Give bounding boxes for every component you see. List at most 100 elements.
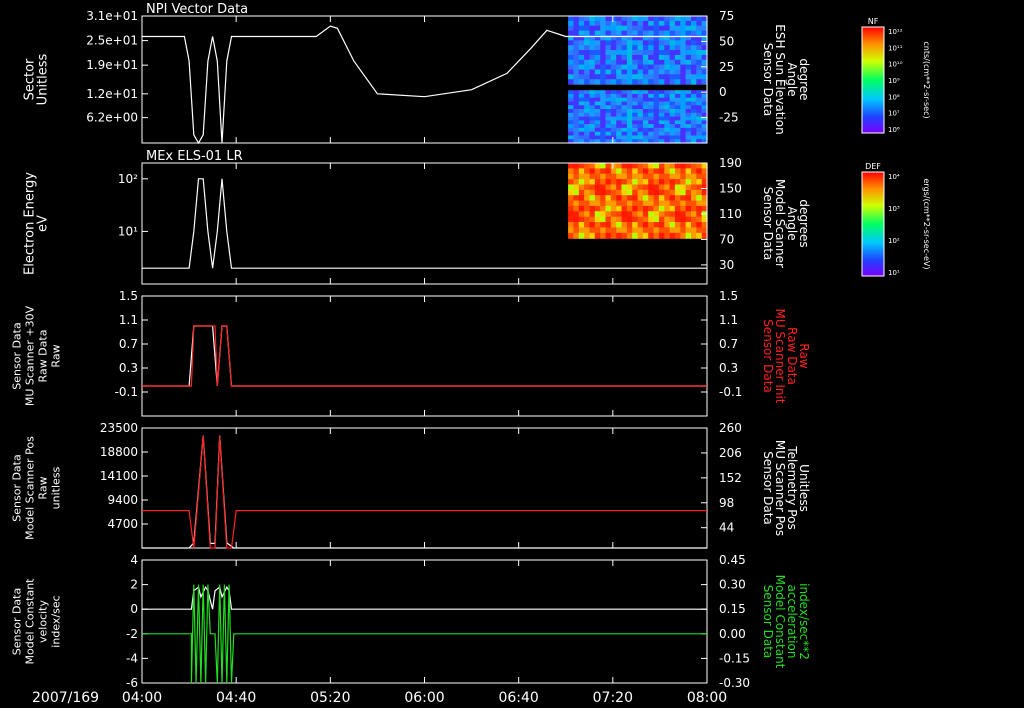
spectrogram-block-cell (696, 200, 703, 207)
spectrogram-block-cell (626, 205, 633, 212)
spectrogram-block-cell (696, 232, 703, 239)
spectrogram-upper-cell (621, 59, 628, 66)
spectrogram-block-cell (653, 227, 660, 234)
spectrogram-block-cell (568, 168, 574, 175)
spectrogram-upper-cell (605, 50, 612, 56)
spectrogram-block-cell (685, 216, 692, 223)
y-axis-label-left: Model Constant (24, 578, 37, 665)
spectrogram-lower-cell (658, 101, 665, 106)
spectrogram-lower-cell (568, 131, 574, 137)
spectrogram-upper-cell (653, 79, 660, 85)
spectrogram-block-cell (680, 227, 687, 234)
spectrogram-lower-cell (637, 109, 644, 114)
spectrogram-block-cell (621, 168, 628, 175)
spectrogram-block-cell (696, 195, 703, 202)
spectrogram-lower-cell (653, 112, 660, 118)
spectrogram-upper-cell (584, 30, 590, 37)
spectrogram-block-cell (573, 189, 580, 196)
spectrogram-lower-cell (616, 127, 623, 133)
spectrogram-lower-cell (610, 109, 617, 114)
spectrogram-upper-cell (600, 40, 607, 46)
spectrogram-lower-cell (637, 97, 644, 103)
spectrogram-block-cell (664, 173, 671, 180)
spectrogram-block-cell (584, 195, 590, 202)
spectrogram-block-cell (685, 222, 692, 228)
spectrogram-block-cell (658, 179, 665, 186)
spectrogram-block-cell (674, 211, 681, 218)
spectrogram-upper-cell (626, 25, 633, 32)
spectrogram-block-cell (616, 179, 623, 186)
spectrogram-upper-cell (674, 50, 681, 56)
spectrogram-upper-cell (658, 74, 665, 80)
spectrogram-lower-cell (578, 112, 585, 118)
spectrogram-upper-cell (691, 59, 697, 66)
spectrogram-upper-cell (674, 54, 681, 61)
spectrogram-block-cell (648, 173, 655, 180)
spectrogram-upper-cell (691, 64, 697, 71)
spectrogram-block-cell (594, 179, 601, 186)
spectrogram-upper-cell (658, 30, 665, 37)
spectrogram-upper-cell (610, 74, 617, 80)
date-label: 2007/169 (32, 690, 99, 706)
spectrogram-lower-cell (600, 131, 607, 137)
spectrogram-block-cell (642, 222, 649, 228)
spectrogram-block-cell (616, 232, 623, 239)
spectrogram-upper-cell (658, 59, 665, 66)
spectrogram-upper-cell (616, 20, 623, 27)
spectrogram-block-cell (584, 168, 590, 175)
y-tick-label-left: 18800 (100, 445, 138, 459)
spectrogram-block-cell (605, 222, 612, 228)
spectrogram-lower-cell (594, 109, 601, 114)
spectrogram-upper-cell (584, 74, 590, 80)
spectrogram-upper-cell (632, 74, 639, 80)
y-axis-label-left: unitless (50, 466, 63, 509)
spectrogram-block-cell (578, 222, 585, 228)
spectrogram-block-cell (621, 222, 628, 228)
spectrogram-block-cell (584, 200, 590, 207)
spectrogram-lower-cell (632, 116, 639, 121)
spectrogram-upper-cell (658, 16, 665, 22)
spectrogram-lower-cell (578, 101, 585, 106)
spectrogram-lower-cell (637, 131, 644, 137)
spectrogram-lower-cell (584, 116, 590, 121)
spectrogram-lower-cell (658, 124, 665, 129)
spectrogram-block-cell (637, 173, 644, 180)
spectrogram-block-cell (600, 173, 607, 180)
spectrogram-upper-cell (589, 25, 596, 32)
spectrogram-lower-cell (632, 112, 639, 118)
spectrogram-lower-cell (589, 97, 596, 103)
spectrogram-upper-cell (680, 64, 687, 71)
spectrogram-block-cell (653, 211, 660, 218)
spectrogram-lower-cell (610, 131, 617, 137)
spectrogram-block-cell (594, 205, 601, 212)
y-tick-label-right: 206 (719, 446, 742, 460)
spectrogram-lower-cell (621, 93, 628, 99)
spectrogram-block-cell (568, 227, 574, 234)
spectrogram-block-cell (674, 173, 681, 180)
x-tick-label: 06:40 (498, 690, 538, 706)
spectrogram-upper-cell (691, 74, 697, 80)
spectrogram-block-cell (605, 205, 612, 212)
spectrogram-upper-cell (632, 45, 639, 51)
spectrogram-block-cell (674, 168, 681, 175)
spectrogram-block-cell (653, 184, 660, 191)
spectrogram-lower-cell (568, 116, 574, 121)
spectrogram-lower-cell (664, 101, 671, 106)
spectrogram-upper-cell (637, 30, 644, 37)
spectrogram-block-cell (584, 227, 590, 234)
y-axis-label-right: Model Constant (773, 575, 787, 669)
spectrogram-block-cell (648, 211, 655, 218)
y-tick-label-right: -25 (719, 111, 739, 125)
spectrogram-block-cell (674, 200, 681, 207)
spectrogram-upper-cell (637, 16, 644, 22)
spectrogram-block-cell (653, 232, 660, 239)
y-tick-label-right: 150 (719, 181, 742, 195)
y-axis-label-right: Sensor Data (761, 585, 775, 659)
spectrogram-upper-cell (696, 50, 703, 56)
y-tick-label-right: 44 (719, 521, 734, 535)
spectrogram-lower-cell (685, 109, 692, 114)
spectrogram-upper-cell (642, 79, 649, 85)
spectrogram-block-cell (680, 232, 687, 239)
spectrogram-lower-cell (589, 101, 596, 106)
y-tick-label-left: 6.2e+00 (86, 111, 138, 125)
